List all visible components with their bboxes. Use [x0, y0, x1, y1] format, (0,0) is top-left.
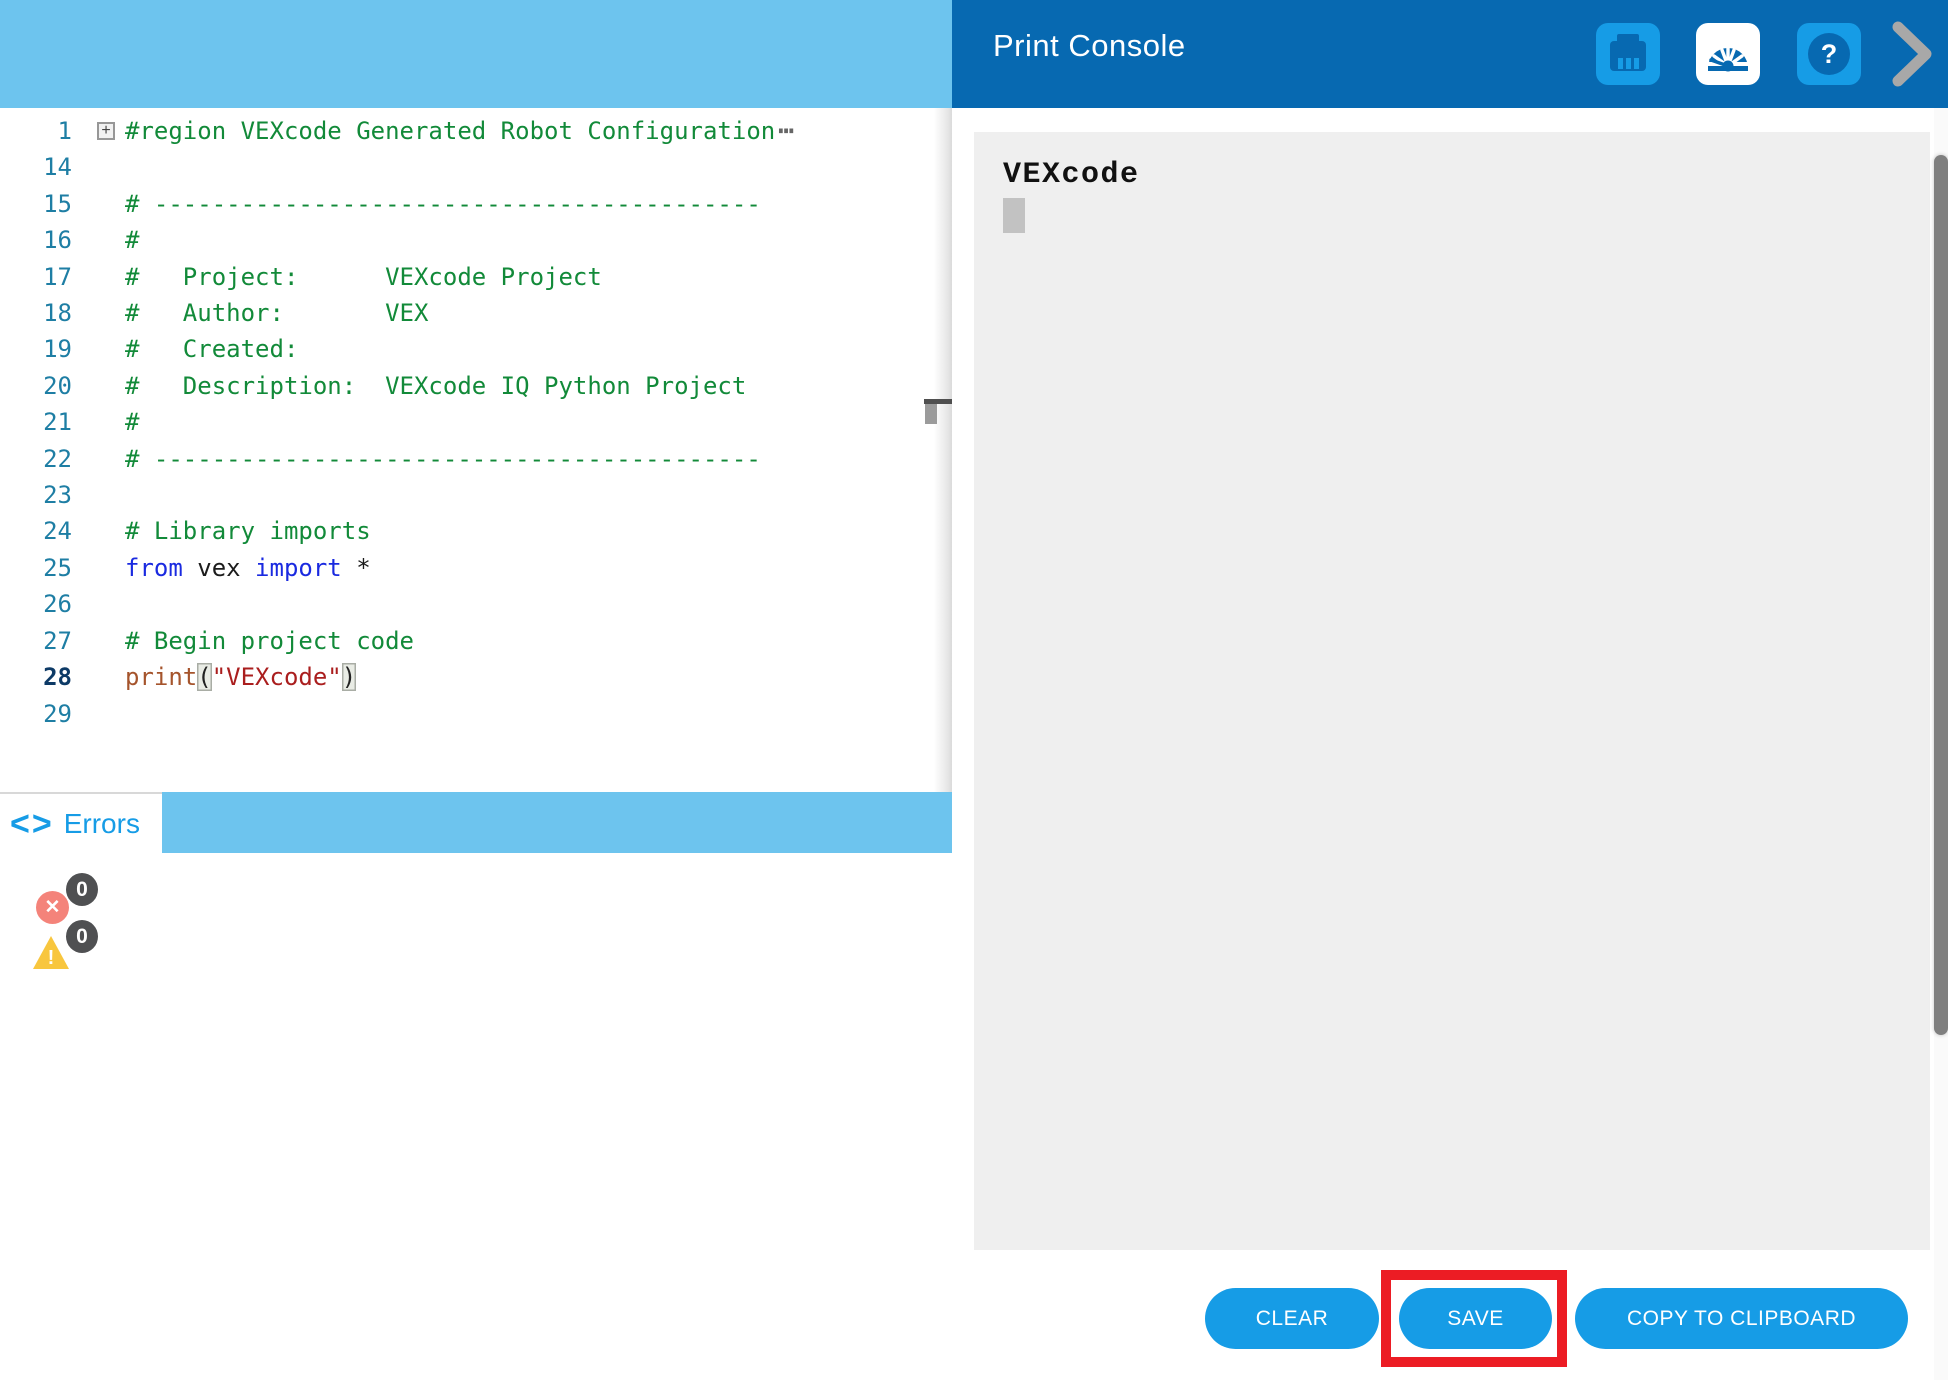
code-line[interactable]: 28 print("VEXcode") [0, 659, 924, 695]
device-port-icon [1606, 32, 1650, 76]
copy-to-clipboard-button[interactable]: COPY TO CLIPBOARD [1575, 1288, 1908, 1349]
code-text: # [125, 222, 139, 258]
error-count-badge: 0 [66, 873, 98, 906]
line-number: 1 [0, 113, 72, 149]
code-text: # Author: VEX [125, 295, 428, 331]
code-text: # Created: [125, 331, 298, 367]
fold-margin [72, 149, 125, 185]
line-number: 25 [0, 550, 72, 586]
code-line[interactable]: 16 # [0, 222, 924, 258]
fold-margin [72, 659, 125, 695]
fold-margin [72, 696, 125, 732]
code-line[interactable]: 22 # ------------------------------------… [0, 441, 924, 477]
code-line[interactable]: 19 # Created: [0, 331, 924, 367]
console-output-text: VEXcode [1003, 158, 1140, 192]
code-line[interactable]: 18 # Author: VEX [0, 295, 924, 331]
console-cursor [1003, 198, 1025, 233]
code-text: # Begin project code [125, 623, 414, 659]
fold-toggle-icon[interactable]: + [97, 122, 115, 140]
editor-lines: 1 + #region VEXcode Generated Robot Config… [0, 108, 924, 732]
print-console-toggle-button[interactable] [1696, 23, 1760, 85]
code-line[interactable]: 21 # [0, 404, 924, 440]
code-line[interactable]: 26 [0, 586, 924, 622]
collapse-panel-button[interactable] [1890, 20, 1934, 88]
line-number: 17 [0, 259, 72, 295]
help-button[interactable]: ? [1797, 23, 1861, 85]
fold-margin [72, 259, 125, 295]
panel-scrollbar[interactable] [1934, 108, 1948, 1380]
errors-tab-bar: <> Errors [0, 792, 952, 853]
fold-margin [72, 222, 125, 258]
fold-margin: + [72, 113, 125, 149]
errors-tab-label: Errors [64, 808, 140, 840]
line-number: 28 [0, 659, 72, 695]
fold-margin [72, 623, 125, 659]
console-header: Print Console [952, 0, 1948, 108]
code-text: from vex import * [125, 550, 371, 586]
code-line[interactable]: 17 # Project: VEXcode Project [0, 259, 924, 295]
console-output-area: VEXcode [974, 132, 1930, 1250]
panel-scrollbar-thumb[interactable] [1934, 155, 1948, 1035]
clear-button[interactable]: CLEAR [1205, 1288, 1379, 1349]
line-number: 20 [0, 368, 72, 404]
gauge-icon [1704, 32, 1752, 76]
line-number: 21 [0, 404, 72, 440]
code-line[interactable]: 24 # Library imports [0, 513, 924, 549]
warning-count-badge: 0 [66, 920, 98, 953]
code-line[interactable]: 14 [0, 149, 924, 185]
code-line[interactable]: 1 + #region VEXcode Generated Robot Config… [0, 113, 924, 149]
code-brackets-icon: <> [10, 807, 52, 841]
line-number: 16 [0, 222, 72, 258]
code-line[interactable]: 29 [0, 696, 924, 732]
code-editor[interactable]: 1 + #region VEXcode Generated Robot Config… [0, 108, 924, 792]
code-line[interactable]: 25 from vex import * [0, 550, 924, 586]
errors-panel [0, 853, 952, 1380]
fold-margin [72, 186, 125, 222]
line-number: 22 [0, 441, 72, 477]
editor-scrollbar-thumb[interactable] [925, 404, 937, 424]
chevron-right-icon [1890, 20, 1934, 88]
code-text: # [125, 404, 139, 440]
code-line[interactable]: 15 # ------------------------------------… [0, 186, 924, 222]
code-text: # Project: VEXcode Project [125, 259, 602, 295]
line-number: 24 [0, 513, 72, 549]
panel-title: Print Console [993, 28, 1186, 64]
vexcode-window: 1 + #region VEXcode Generated Robot Config… [0, 0, 1948, 1380]
fold-margin [72, 331, 125, 367]
toolbar-strip [0, 0, 952, 108]
code-text: # --------------------------------------… [125, 186, 761, 222]
error-icon: ✕ [36, 891, 69, 924]
fold-margin [72, 368, 125, 404]
fold-margin [72, 586, 125, 622]
code-text: # Description: VEXcode IQ Python Project [125, 368, 746, 404]
device-port-button[interactable] [1596, 23, 1660, 85]
fold-margin [72, 295, 125, 331]
save-button[interactable]: SAVE [1399, 1288, 1552, 1349]
fold-margin [72, 550, 125, 586]
fold-margin [72, 513, 125, 549]
code-text: print("VEXcode") [125, 659, 356, 695]
line-number: 14 [0, 149, 72, 185]
code-line[interactable]: 20 # Description: VEXcode IQ Python Proje… [0, 368, 924, 404]
errors-tab[interactable]: <> Errors [0, 792, 162, 853]
line-number: 15 [0, 186, 72, 222]
fold-margin [72, 441, 125, 477]
line-number: 27 [0, 623, 72, 659]
code-text: # Library imports [125, 513, 371, 549]
help-icon: ? [1808, 33, 1850, 75]
line-number: 23 [0, 477, 72, 513]
line-number: 26 [0, 586, 72, 622]
code-line[interactable]: 23 [0, 477, 924, 513]
code-text: # --------------------------------------… [125, 441, 761, 477]
code-text: #region VEXcode Generated Robot Configur… [125, 113, 775, 149]
line-number: 18 [0, 295, 72, 331]
editor-scrollbar[interactable] [924, 108, 952, 792]
collapsed-region-ellipsis[interactable]: ⋯ [778, 113, 793, 149]
fold-margin [72, 477, 125, 513]
line-number: 29 [0, 696, 72, 732]
line-number: 19 [0, 331, 72, 367]
fold-margin [72, 404, 125, 440]
code-line[interactable]: 27 # Begin project code [0, 623, 924, 659]
